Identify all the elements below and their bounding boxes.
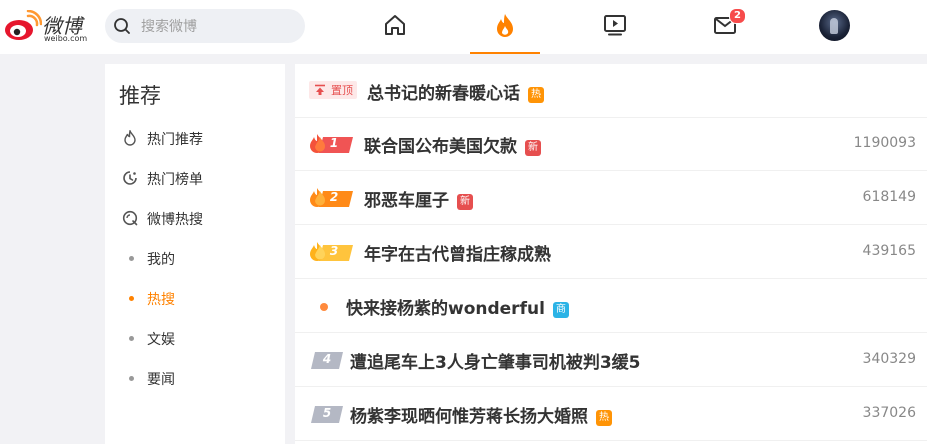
bullet-dot [129, 296, 134, 301]
heat-count: 439165 [862, 243, 916, 259]
hot-tag: 热 [528, 87, 544, 103]
heat-count: 337026 [862, 405, 916, 421]
new-tag: 新 [525, 140, 541, 156]
clock-rank-icon [123, 171, 137, 185]
heat-count: 618149 [862, 189, 916, 205]
hot-list-row[interactable]: 2 邪恶车厘子新 618149 [295, 171, 927, 225]
pinned-rank-text: 置顶 [331, 84, 353, 97]
message-count-badge: 2 [729, 8, 746, 24]
ad-tag: 商 [552, 302, 569, 318]
sidebar-item-label: 热门推荐 [147, 132, 203, 148]
topic-text: 邪恶车厘子 [364, 191, 449, 211]
avatar[interactable] [819, 10, 850, 41]
home-icon [385, 15, 405, 35]
pin-top-icon [315, 84, 325, 95]
bullet-dot [129, 336, 134, 341]
search-icon [114, 18, 130, 34]
sidebar-item-hot-rank[interactable]: 热门榜单 [105, 158, 285, 198]
bullet-dot [129, 376, 134, 381]
rank-number: 3 [319, 243, 349, 260]
pinned-label: 置顶 [309, 81, 357, 99]
hot-list-row[interactable]: 1 联合国公布美国欠款新 1190093 [295, 117, 927, 171]
weibo-eye-icon [5, 10, 42, 40]
sidebar-item-label: 要闻 [147, 372, 175, 388]
rank-text: 4 [322, 352, 332, 366]
sidebar: 推荐 热门推荐 热门榜单 微博热搜 我的 热搜 文娱 要闻 [105, 64, 285, 444]
bullet-dot [129, 256, 134, 261]
hot-topic-title[interactable]: 总书记的新春暖心话热 [367, 79, 544, 104]
new-tag: 新 [457, 194, 473, 210]
sidebar-item-label: 热搜 [147, 292, 175, 308]
search-circle-icon [122, 210, 138, 226]
hot-list-row[interactable]: 3 年字在古代曾指庄稼成熟 439165 [295, 225, 927, 279]
nav-video[interactable] [580, 0, 650, 54]
logo-subtext: weibo.com [44, 34, 88, 43]
fire-icon [497, 14, 513, 37]
top-navbar: 微博 weibo.com 2 [0, 0, 927, 54]
hot-topic-title[interactable]: 遭追尾车上3人身亡肇事司机被判3缓5 [350, 348, 641, 373]
sidebar-item-hot-recommend[interactable]: 热门推荐 [105, 118, 285, 158]
nav-hot[interactable] [470, 0, 540, 54]
hot-list-row[interactable]: 5 杨紫李现晒何惟芳蒋长扬大婚照热 337026 [295, 387, 927, 441]
rank-text: 5 [322, 406, 332, 420]
rank-text: 1 [329, 136, 339, 150]
rank-text: 2 [329, 190, 339, 204]
sidebar-item-news[interactable]: 要闻 [105, 358, 285, 398]
sidebar-item-mine[interactable]: 我的 [105, 238, 285, 278]
topic-text: 杨紫李现晒何惟芳蒋长扬大婚照 [350, 407, 588, 427]
nav-home[interactable] [360, 0, 430, 54]
sidebar-item-weibo-hot-search[interactable]: 微博热搜 [105, 198, 285, 238]
hot-list-row-promoted[interactable]: 快来接杨紫的wonderful 商 [295, 279, 927, 333]
hot-topic-title[interactable]: 快来接杨紫的wonderful 商 [346, 294, 569, 319]
heat-count: 340329 [862, 351, 916, 367]
hot-list-row-pinned[interactable]: 置顶 总书记的新春暖心话热 [295, 64, 927, 118]
nav-messages[interactable]: 2 [690, 0, 760, 54]
sidebar-item-entertainment[interactable]: 文娱 [105, 318, 285, 358]
sidebar-item-hot-search[interactable]: 热搜 [105, 278, 285, 318]
video-icon [604, 15, 626, 36]
topic-text: 总书记的新春暖心话 [367, 84, 520, 104]
hot-list-row[interactable]: 4 遭追尾车上3人身亡肇事司机被判3缓5 340329 [295, 333, 927, 387]
rank-number: 5 [312, 405, 342, 422]
hot-topic-title[interactable]: 联合国公布美国欠款新 [364, 132, 541, 157]
sidebar-item-label: 热门榜单 [147, 172, 203, 188]
weibo-logo[interactable]: 微博 weibo.com [4, 6, 96, 46]
sidebar-item-label: 我的 [147, 252, 175, 268]
sidebar-item-label: 文娱 [147, 332, 175, 348]
fire-outline-icon [124, 130, 136, 146]
rank-text: 3 [329, 244, 339, 258]
topic-text: 年字在古代曾指庄稼成熟 [364, 245, 551, 265]
topic-text: 遭追尾车上3人身亡肇事司机被判3缓5 [350, 353, 641, 373]
search-input[interactable] [139, 16, 293, 38]
topic-text: 联合国公布美国欠款 [364, 137, 517, 157]
heat-count: 1190093 [853, 135, 916, 151]
rank-number: 2 [319, 189, 349, 206]
search-box[interactable] [105, 9, 305, 43]
hot-topic-title[interactable]: 杨紫李现晒何惟芳蒋长扬大婚照热 [350, 402, 612, 427]
sidebar-item-label: 微博热搜 [147, 212, 203, 228]
bullet-dot [320, 303, 328, 311]
hot-tag: 热 [596, 410, 612, 426]
rank-number: 1 [319, 135, 349, 152]
hot-topic-title[interactable]: 邪恶车厘子新 [364, 186, 473, 211]
topic-text: 快来接杨紫的wonderful [346, 299, 545, 319]
hot-search-list: 置顶 总书记的新春暖心话热 1 联合国公布美国欠款新 1190093 2 邪恶车… [295, 64, 927, 444]
rank-number: 4 [312, 351, 342, 368]
sidebar-title: 推荐 [119, 84, 161, 108]
hot-topic-title[interactable]: 年字在古代曾指庄稼成熟 [364, 240, 551, 265]
